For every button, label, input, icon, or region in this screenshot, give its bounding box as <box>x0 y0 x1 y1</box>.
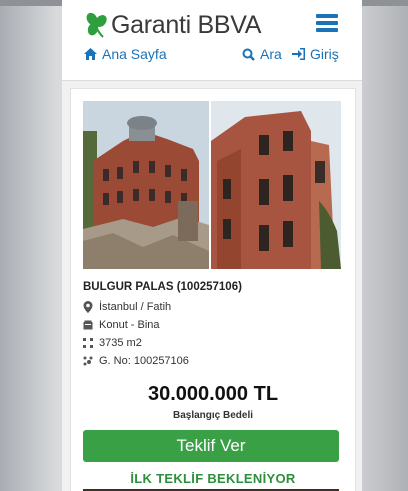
building-photo-image <box>211 101 341 269</box>
brand-name: Garanti BBVA <box>111 10 262 39</box>
make-offer-label: Teklif Ver <box>176 436 246 455</box>
listing-location-text: İstanbul / Fatih <box>99 301 172 313</box>
listing-photo-side[interactable] <box>211 101 341 269</box>
home-icon <box>84 48 97 60</box>
listing-price-label: Başlangıç Bedeli <box>172 410 254 421</box>
sign-in-icon <box>292 48 305 60</box>
listing-type-text: Konut - Bina <box>99 319 160 331</box>
site-header: Garanti BBVA Ana Sayfa Ara Giriş <box>62 0 362 81</box>
listing-number-icon <box>83 356 93 366</box>
listing-title: BULGUR PALAS (100257106) <box>83 281 242 293</box>
hamburger-menu-icon[interactable] <box>316 14 338 32</box>
garanti-clover-logo <box>86 12 107 38</box>
mobile-page: Garanti BBVA Ana Sayfa Ara Giriş BULGUR … <box>62 0 362 491</box>
nav-login-link[interactable]: Giriş <box>292 46 339 62</box>
building-icon <box>83 320 93 330</box>
listing-number-text: G. No: 100257106 <box>99 355 189 367</box>
listing-area-text: 3735 m2 <box>99 337 142 349</box>
listing-card: BULGUR PALAS (100257106) İstanbul / Fati… <box>70 88 356 491</box>
building-photo-image <box>83 101 209 269</box>
listing-photo-front[interactable] <box>83 101 209 269</box>
area-icon <box>83 338 93 348</box>
nav-home-link[interactable]: Ana Sayfa <box>84 46 167 62</box>
listing-location: İstanbul / Fatih <box>83 301 171 313</box>
nav-search-label: Ara <box>260 46 282 62</box>
nav-login-label: Giriş <box>310 46 339 62</box>
nav-search-link[interactable]: Ara <box>242 46 282 62</box>
listing-type: Konut - Bina <box>83 319 160 331</box>
listing-price: 30.000.000 TL <box>147 383 279 405</box>
listing-area: 3735 m2 <box>83 337 142 349</box>
make-offer-button[interactable]: Teklif Ver <box>83 430 339 462</box>
offer-status-text: İLK TEKLİF BEKLENİYOR <box>130 471 296 486</box>
location-pin-icon <box>83 301 93 313</box>
listing-number: G. No: 100257106 <box>83 355 189 367</box>
brand-logo[interactable]: Garanti BBVA <box>84 8 261 42</box>
search-icon <box>242 48 255 61</box>
nav-home-label: Ana Sayfa <box>102 46 167 62</box>
